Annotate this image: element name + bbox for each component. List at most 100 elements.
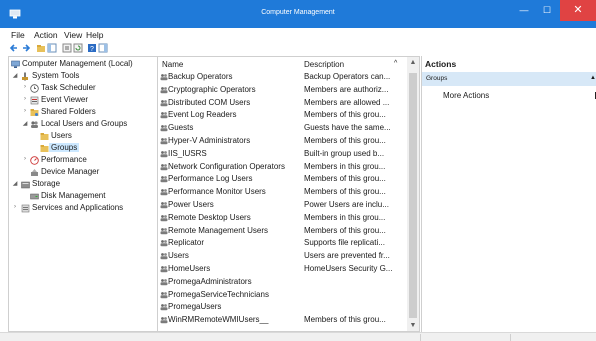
list-item[interactable]: Power Users Power Users are inclu... [158,199,408,212]
maximize-button[interactable]: ☐ [536,0,558,21]
help-icon[interactable]: ? [87,43,97,53]
menu-bar: File Action View Help [0,28,596,42]
minimize-button[interactable]: — [513,0,535,21]
tree-item-label: Task Scheduler [41,83,96,92]
group-description: Backup Operators can... [304,72,391,81]
group-description: Members in this grou... [304,212,386,222]
sort-indicator-icon[interactable]: ^ [394,60,397,67]
collapse-arrow-icon[interactable]: ◢ [11,72,19,79]
disk-icon [30,193,39,200]
list-item[interactable]: WinRMRemoteWMIUsers__ Members of this gro… [158,314,408,327]
group-icon [160,266,168,273]
tree-item-label: Users [51,131,72,140]
group-icon [160,304,168,311]
window-title: Computer Management [261,9,335,16]
list-item[interactable]: Distributed COM Users Members are allowed… [158,97,408,110]
group-name: Backup Operators [168,72,233,81]
list-item[interactable]: Replicator Supports file replicati... [158,237,408,250]
group-name: Event Log Readers [168,110,237,120]
toolbox-icon [22,72,28,81]
refresh-icon[interactable] [73,43,83,53]
menu-view[interactable]: View [64,30,82,40]
group-description: Users are prevented fr... [304,251,390,261]
up-folder-icon[interactable] [36,43,46,53]
group-description: Power Users are inclu... [304,200,389,209]
scroll-down-arrow-icon[interactable]: ▼ [407,320,419,331]
list-item[interactable]: Hyper-V Administrators Members of this gr… [158,135,408,148]
vertical-scrollbar[interactable]: ▲ ▼ [407,57,419,331]
tree-item-label: Groups [49,143,80,152]
list-item[interactable]: Performance Log Users Members of this gro… [158,173,408,186]
shared-folder-icon [30,109,39,116]
list-item[interactable]: Remote Management Users Members of this g… [158,225,408,238]
list-item[interactable]: PromegaAdministrators [158,276,408,289]
group-name: Hyper-V Administrators [168,136,251,145]
column-header-name[interactable]: Name [162,60,183,69]
group-icon [160,189,168,196]
list-item[interactable]: Users Users are prevented fr... [158,250,408,263]
group-name: PromegaUsers [168,302,222,312]
group-name: Power Users [168,200,214,209]
back-arrow-icon[interactable] [9,43,19,53]
list-item[interactable]: IIS_IUSRS Built-in group used b... [158,148,408,161]
group-name: Cryptographic Operators [168,84,256,94]
performance-icon [30,156,39,165]
expand-arrow-icon[interactable]: › [21,108,29,114]
status-separator [510,334,511,341]
list-item[interactable]: Backup Operators Backup Operators can... [158,71,408,84]
group-name: Remote Management Users [168,225,269,235]
group-description: Members are authoriz... [304,84,389,94]
group-description: Supports file replicati... [304,238,385,248]
group-icon [160,163,168,170]
menu-file[interactable]: File [11,30,25,40]
tree-item-label: Performance [41,155,87,164]
scrollbar-thumb[interactable] [409,73,417,318]
menu-action[interactable]: Action [34,30,58,40]
list-item[interactable]: Network Configuration Operators Members i… [158,161,408,174]
menu-help[interactable]: Help [86,30,103,40]
show-action-pane-icon[interactable] [98,43,108,53]
list-item[interactable]: Guests Guests have the same... [158,122,408,135]
actions-section-groups[interactable]: Groups ▲ [422,72,596,86]
group-icon [160,150,168,158]
list-item[interactable]: Performance Monitor Users Members of this… [158,186,408,199]
console-tree: Computer Management (Local) ◢ System Too… [8,56,158,332]
group-description: Members in this grou... [304,161,386,171]
list-item[interactable]: PromegaUsers [158,301,408,314]
tree-item-label: Event Viewer [41,95,88,104]
group-description: Built-in group used b... [304,148,385,158]
group-icon [160,317,168,324]
group-icon [160,74,168,81]
collapse-arrow-icon[interactable]: ◢ [11,180,19,187]
forward-arrow-icon[interactable] [21,43,31,53]
scroll-up-arrow-icon[interactable]: ▲ [407,57,419,69]
more-actions-link[interactable]: More Actions [443,91,489,100]
group-description: Members of this grou... [304,174,386,184]
properties-icon[interactable] [62,43,72,53]
actions-pane: Actions Groups ▲ More Actions [421,56,596,332]
tree-item-label: Shared Folders [41,107,96,116]
group-description: Members of this grou... [304,315,386,325]
list-item[interactable]: Remote Desktop Users Members in this grou… [158,212,408,225]
expand-arrow-icon[interactable]: › [21,96,29,102]
list-item[interactable]: Event Log Readers Members of this grou... [158,109,408,122]
tree-item-label: Services and Applications [32,203,124,212]
list-item[interactable]: HomeUsers HomeUsers Security G... [158,263,408,276]
collapse-arrow-icon[interactable]: ◢ [21,120,29,127]
expand-arrow-icon[interactable]: › [21,84,29,90]
group-name: Performance Log Users [168,174,253,184]
close-button[interactable]: ✕ [560,0,596,21]
expand-arrow-icon[interactable]: › [21,156,29,162]
services-icon [21,204,30,213]
group-description: HomeUsers Security G... [304,264,393,273]
show-tree-icon[interactable] [47,43,57,53]
list-item[interactable]: Cryptographic Operators Members are autho… [158,84,408,97]
column-header-description[interactable]: Description [304,60,344,69]
list-item[interactable]: PromegaServiceTechnicians [158,289,408,302]
group-name: Users [168,251,189,261]
collapse-caret-icon[interactable]: ▲ [590,75,596,81]
folder-icon [40,145,49,152]
expand-arrow-icon[interactable]: › [11,204,19,210]
group-icon [160,86,168,94]
computer-icon [11,60,20,68]
